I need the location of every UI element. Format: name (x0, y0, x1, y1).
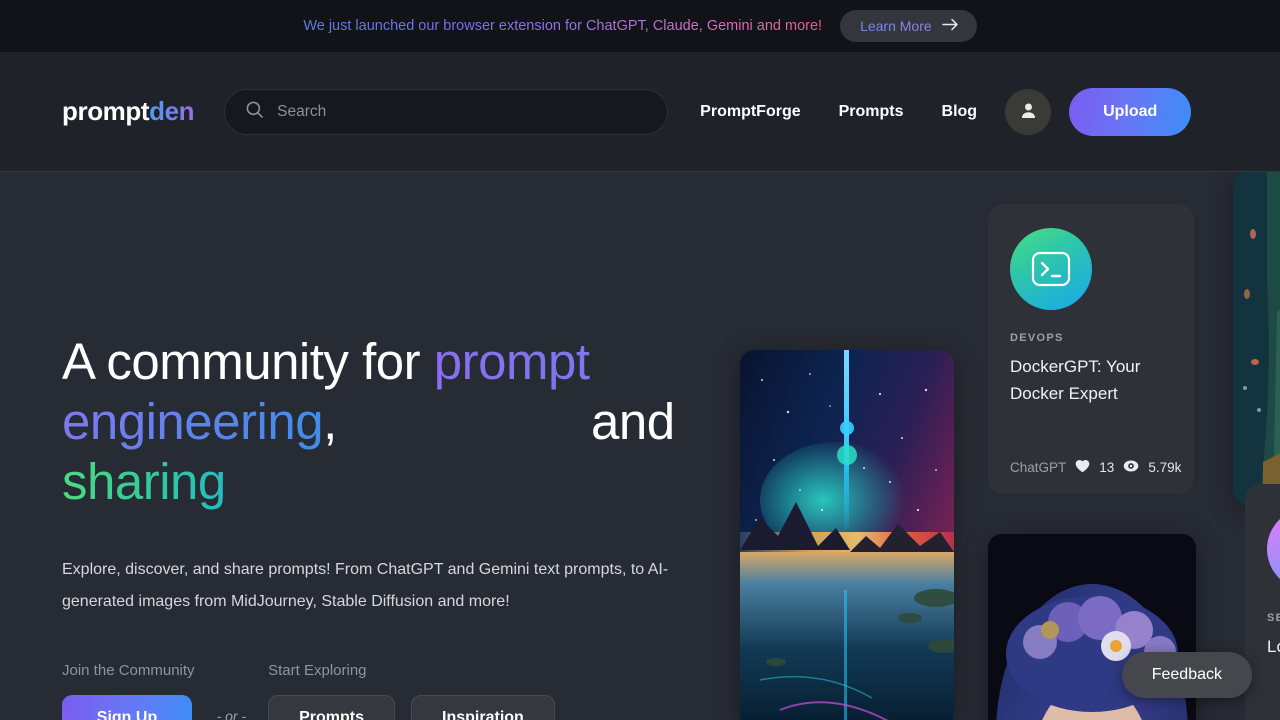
terminal-icon (1010, 228, 1092, 310)
logo-accent-text: den (149, 96, 195, 126)
card-stats: ChatGPT 13 5.79k (1010, 459, 1181, 476)
arrow-right-icon (941, 18, 959, 34)
card-category: SECURITY (1267, 612, 1280, 624)
join-community-group: Join the Community Sign Up (62, 662, 195, 720)
logo-primary-text: prompt (62, 96, 150, 126)
card-category: DEVOPS (1010, 332, 1064, 344)
prompt-card-dockergpt[interactable]: DEVOPS DockerGPT: Your Docker Expert Cha… (988, 204, 1194, 494)
account-button[interactable] (1005, 88, 1052, 135)
or-separator-label: - or - (216, 707, 247, 720)
start-exploring-group: Start Exploring Prompts Inspiration (268, 662, 555, 720)
hero-stage: A community for prompt engineering, insp… (0, 172, 1280, 720)
card-model-label: ChatGPT (1010, 460, 1067, 475)
hero-title-part-3: , (323, 393, 351, 450)
site-header: promptden PromptForge Prompts Blog Uploa… (0, 52, 1280, 172)
hero-gallery: DEVOPS DockerGPT: Your Docker Expert Cha… (720, 172, 1280, 720)
sign-up-button[interactable]: Sign Up (62, 695, 192, 720)
learn-more-button[interactable]: Learn More (840, 10, 977, 42)
hero-title-part-5: and (577, 393, 675, 450)
explore-prompts-button[interactable]: Prompts (268, 695, 396, 720)
search-input[interactable] (277, 102, 648, 121)
learn-more-label: Learn More (860, 18, 932, 34)
site-logo[interactable]: promptden (62, 96, 195, 127)
cosmic-landscape-thumbnail[interactable] (740, 350, 954, 720)
nav-item-promptforge[interactable]: PromptForge (700, 103, 800, 121)
hero-title-part-4: inspiration (350, 393, 578, 450)
hero-cta-row: Join the Community Sign Up - or - Start … (62, 662, 702, 720)
eye-icon (1123, 459, 1139, 476)
announcement-bar: We just launched our browser extension f… (0, 0, 1280, 52)
card-like-count: 13 (1099, 460, 1115, 475)
announcement-text: We just launched our browser extension f… (303, 18, 823, 34)
nav-item-blog[interactable]: Blog (942, 103, 978, 121)
hero-title: A community for prompt engineering, insp… (62, 332, 702, 512)
user-icon (1018, 100, 1039, 124)
search-icon (245, 100, 264, 124)
heart-icon (1075, 459, 1090, 476)
prompt-card-security[interactable]: SECURITY Lorem ipsum dolor (1245, 484, 1280, 720)
hero-subtitle: Explore, discover, and share prompts! Fr… (62, 561, 669, 610)
orb-icon (1267, 508, 1280, 590)
hero-title-part-1: A community for (62, 333, 434, 390)
hero-title-part-6: sharing (62, 453, 226, 510)
search-bar[interactable] (224, 88, 669, 135)
nav-item-prompts[interactable]: Prompts (839, 103, 904, 121)
start-exploring-label: Start Exploring (268, 662, 367, 679)
feedback-button[interactable]: Feedback (1121, 652, 1252, 698)
upload-button[interactable]: Upload (1069, 87, 1192, 136)
hero-content: A community for prompt engineering, insp… (62, 332, 702, 720)
join-community-label: Join the Community (62, 662, 195, 679)
nature-thumbnail[interactable] (1233, 172, 1280, 504)
main-nav: PromptForge Prompts Blog (700, 103, 977, 121)
explore-buttons: Prompts Inspiration (268, 695, 555, 720)
card-title: Lorem ipsum dolor (1267, 637, 1280, 656)
explore-inspiration-button[interactable]: Inspiration (411, 695, 555, 720)
card-view-count: 5.79k (1148, 460, 1182, 475)
card-title: DockerGPT: Your Docker Expert (1010, 357, 1141, 403)
